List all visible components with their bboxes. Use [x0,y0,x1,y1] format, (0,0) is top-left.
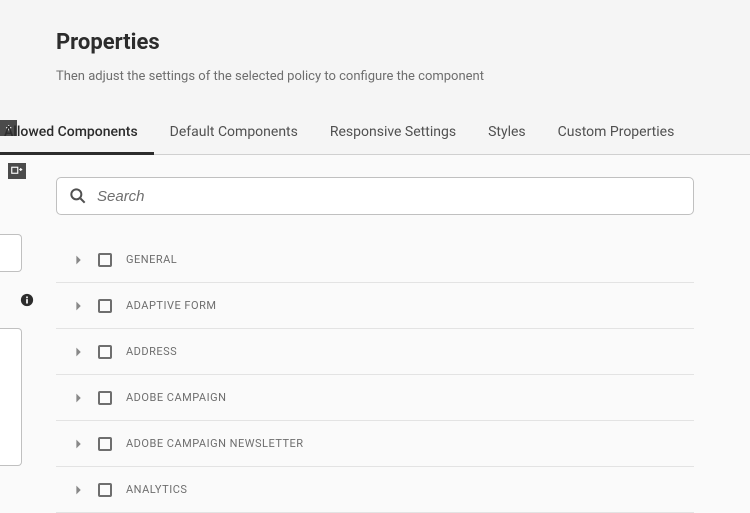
checkbox-analytics[interactable] [98,483,112,497]
chevron-right-icon[interactable] [72,298,88,314]
group-label: ADOBE CAMPAIGN [126,391,226,404]
tab-default-components[interactable]: Default Components [154,108,314,154]
checkbox-adobe-campaign[interactable] [98,391,112,405]
tab-allowed-components[interactable]: Allowed Components [0,108,154,154]
checkbox-general[interactable] [98,253,112,267]
group-row-adobe-campaign: ADOBE CAMPAIGN [56,375,694,421]
group-row-analytics: ANALYTICS [56,467,694,513]
group-row-adaptive-form: ADAPTIVE FORM [56,283,694,329]
chevron-right-icon[interactable] [72,390,88,406]
left-partial-box-1 [0,234,22,272]
checkbox-adaptive-form[interactable] [98,299,112,313]
page-title: Properties [56,30,750,55]
allowed-components-panel: GENERAL ADAPTIVE FORM ADDRESS ADOBE CAMP… [0,155,750,513]
group-label: ADDRESS [126,345,177,358]
group-label: GENERAL [126,253,177,266]
group-label: ADAPTIVE FORM [126,299,216,312]
group-row-adobe-campaign-newsletter: ADOBE CAMPAIGN NEWSLETTER [56,421,694,467]
chevron-right-icon[interactable] [72,344,88,360]
checkbox-adobe-campaign-newsletter[interactable] [98,437,112,451]
group-row-general: GENERAL [56,237,694,283]
page-subtitle: Then adjust the settings of the selected… [56,69,750,84]
add-component-icon[interactable] [8,163,26,179]
tabs-bar: Allowed Components Default Components Re… [0,108,750,155]
info-icon[interactable] [20,292,34,306]
chevron-right-icon[interactable] [72,436,88,452]
properties-header: Properties Then adjust the settings of t… [0,0,750,84]
tab-custom-properties[interactable]: Custom Properties [542,108,691,154]
search-icon [68,186,88,206]
group-label: ADOBE CAMPAIGN NEWSLETTER [126,437,304,450]
chevron-right-icon[interactable] [72,482,88,498]
search-wrapper [56,177,694,215]
group-label: ANALYTICS [126,483,187,496]
checkbox-address[interactable] [98,345,112,359]
group-row-address: ADDRESS [56,329,694,375]
tab-responsive-settings[interactable]: Responsive Settings [314,108,472,154]
chevron-right-icon[interactable] [72,252,88,268]
tab-styles[interactable]: Styles [472,108,542,154]
search-input[interactable] [56,177,694,215]
component-group-list: GENERAL ADAPTIVE FORM ADDRESS ADOBE CAMP… [56,237,694,513]
left-partial-box-2 [0,328,22,466]
